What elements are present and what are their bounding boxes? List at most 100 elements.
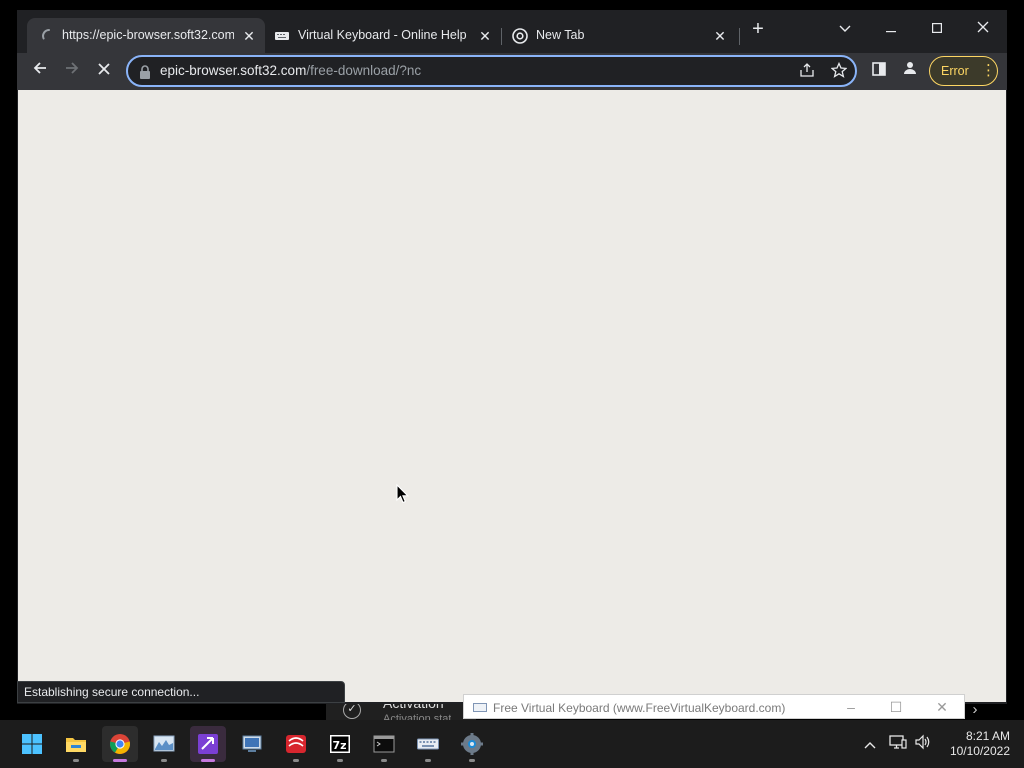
network-button[interactable] <box>888 734 908 754</box>
taskbar-virtual-keyboard[interactable] <box>410 726 446 762</box>
taskbar-chrome[interactable] <box>102 726 138 762</box>
share-button[interactable] <box>797 62 817 82</box>
browser-toolbar: epic-browser.soft32.com/free-download/?n… <box>17 53 1007 90</box>
page-viewport[interactable] <box>18 90 1006 702</box>
show-hidden-icons-button[interactable] <box>860 734 880 754</box>
tab-title: Virtual Keyboard - Online Help <box>298 28 467 42</box>
close-icon <box>977 21 989 33</box>
remote-desktop-icon <box>242 735 262 752</box>
profile-icon <box>904 62 916 74</box>
clock-time: 8:21 AM <box>965 729 1010 743</box>
taskbar-settings[interactable] <box>454 726 490 762</box>
wall-icon <box>286 735 306 753</box>
windows-start-icon <box>22 734 42 754</box>
bookmark-star-button[interactable] <box>829 61 849 82</box>
tab-virtual-keyboard-help[interactable]: Virtual Keyboard - Online Help ✕ <box>265 18 501 53</box>
url-path: /free-download/?nc <box>306 63 422 78</box>
speaker-icon <box>915 734 930 750</box>
forward-button[interactable] <box>58 57 86 85</box>
taskbar-terminal[interactable] <box>366 726 402 762</box>
taskbar: 7z 8:21 AM 10/10/2022 <box>0 720 1024 768</box>
status-bubble: Establishing secure connection... <box>17 681 345 703</box>
close-button[interactable]: ✕ <box>928 697 956 717</box>
taskbar-file-explorer[interactable] <box>58 726 94 762</box>
loading-spinner-icon <box>42 29 50 40</box>
system-clock[interactable]: 8:21 AM 10/10/2022 <box>940 729 1010 759</box>
virtual-keyboard-window[interactable]: Free Virtual Keyboard (www.FreeVirtualKe… <box>463 694 965 719</box>
running-indicator <box>201 759 215 762</box>
settings-icon <box>461 733 483 755</box>
window-title: Free Virtual Keyboard (www.FreeVirtualKe… <box>493 701 786 715</box>
star-icon <box>830 61 848 78</box>
maximize-button[interactable]: ☐ <box>882 697 910 717</box>
back-button[interactable] <box>26 57 54 85</box>
volume-button[interactable] <box>913 734 933 754</box>
network-icon <box>889 735 907 749</box>
clock-date: 10/10/2022 <box>949 744 1010 758</box>
minimize-icon <box>886 31 896 33</box>
minimize-button[interactable] <box>868 14 914 46</box>
arrow-left-icon <box>33 62 46 74</box>
running-indicator <box>113 759 127 762</box>
taskbar-remote-desktop[interactable] <box>234 726 270 762</box>
running-indicator <box>73 759 79 762</box>
svg-text:7z: 7z <box>333 739 347 752</box>
chrome-icon <box>512 28 528 44</box>
taskbar-7zip[interactable]: 7z <box>322 726 358 762</box>
file-explorer-icon <box>66 738 86 752</box>
keyboard-icon <box>275 32 289 40</box>
keyboard-icon <box>417 738 439 750</box>
tab-strip: https://epic-browser.soft32.com/ ✕ Virtu… <box>17 10 1007 53</box>
taskbar-wall-app[interactable] <box>278 726 314 762</box>
tab-close-icon[interactable]: ✕ <box>711 27 729 45</box>
chevron-down-icon <box>839 25 851 32</box>
minimize-button[interactable]: – <box>837 697 865 717</box>
desktop: ✓ Activation Activation stat https://epi… <box>0 0 1024 768</box>
taskbar-monitor-app[interactable] <box>146 726 182 762</box>
running-indicator <box>381 759 387 762</box>
status-text: Establishing secure connection... <box>24 685 200 699</box>
more-vert-icon: ⋮ <box>981 62 996 79</box>
browser-window: https://epic-browser.soft32.com/ ✕ Virtu… <box>17 10 1007 704</box>
chevron-right-icon[interactable]: › <box>966 700 984 720</box>
side-panel-button[interactable] <box>865 57 893 85</box>
tab-close-icon[interactable]: ✕ <box>240 27 258 45</box>
address-bar[interactable]: epic-browser.soft32.com/free-download/?n… <box>126 55 857 87</box>
tab-search-button[interactable] <box>822 14 868 46</box>
error-menu-button[interactable]: Error ⋮ <box>929 56 998 86</box>
mouse-cursor-icon <box>396 484 410 504</box>
profile-button[interactable] <box>896 57 924 85</box>
tab-separator <box>739 28 740 45</box>
running-indicator <box>337 759 343 762</box>
side-panel-icon <box>872 62 886 76</box>
error-label: Error <box>941 64 969 78</box>
chrome-icon <box>109 734 131 754</box>
tab-title: New Tab <box>536 28 585 42</box>
stop-loading-button[interactable] <box>90 57 118 85</box>
tab-title: https://epic-browser.soft32.com/ <box>62 28 234 42</box>
url-text: epic-browser.soft32.com/free-download/?n… <box>160 63 421 78</box>
stop-icon <box>98 63 110 75</box>
visual-studio-icon <box>198 734 218 754</box>
close-window-button[interactable] <box>960 14 1006 46</box>
running-indicator <box>425 759 431 762</box>
tab-new-tab[interactable]: New Tab ✕ <box>502 18 738 53</box>
running-indicator <box>469 759 475 762</box>
tab-epic-browser[interactable]: https://epic-browser.soft32.com/ ✕ <box>27 18 265 53</box>
start-button[interactable] <box>14 726 50 762</box>
running-indicator <box>161 759 167 762</box>
maximize-icon <box>932 23 943 34</box>
keyboard-icon <box>473 703 487 712</box>
arrow-right-icon <box>66 62 79 74</box>
7zip-icon: 7z <box>330 735 350 753</box>
taskbar-visual-studio[interactable] <box>190 726 226 762</box>
chevron-up-icon <box>864 742 876 749</box>
terminal-icon <box>373 735 395 753</box>
maximize-button[interactable] <box>914 14 960 46</box>
share-icon <box>800 63 814 77</box>
monitor-app-icon <box>153 735 175 752</box>
new-tab-button[interactable]: + <box>747 14 769 46</box>
lock-icon[interactable] <box>138 64 152 80</box>
url-host: epic-browser.soft32.com <box>160 63 307 78</box>
tab-close-icon[interactable]: ✕ <box>476 27 494 45</box>
